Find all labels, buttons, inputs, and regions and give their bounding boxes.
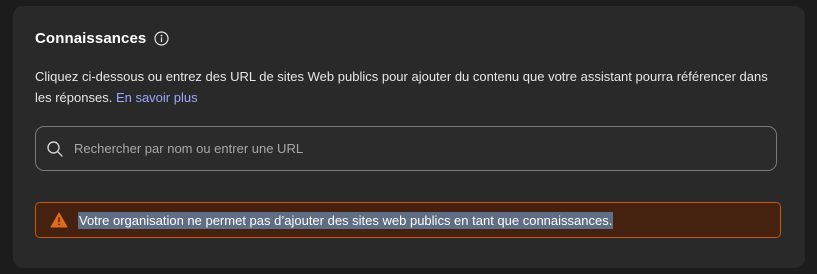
warning-triangle-icon (50, 212, 68, 228)
learn-more-link[interactable]: En savoir plus (116, 90, 198, 105)
info-icon[interactable] (154, 31, 169, 46)
warning-text: Votre organisation ne permet pas d’ajout… (78, 211, 614, 229)
search-icon (46, 140, 64, 158)
knowledge-title: Connaissances (35, 30, 147, 47)
knowledge-description: Cliquez ci-dessous ou entrez des URL de … (35, 66, 787, 108)
search-input[interactable] (72, 127, 776, 170)
warning-banner: Votre organisation ne permet pas d’ajout… (35, 202, 781, 238)
knowledge-panel: Connaissances Cliquez ci-dessous ou entr… (13, 6, 805, 268)
knowledge-header: Connaissances (35, 30, 169, 47)
search-field[interactable] (35, 126, 777, 171)
